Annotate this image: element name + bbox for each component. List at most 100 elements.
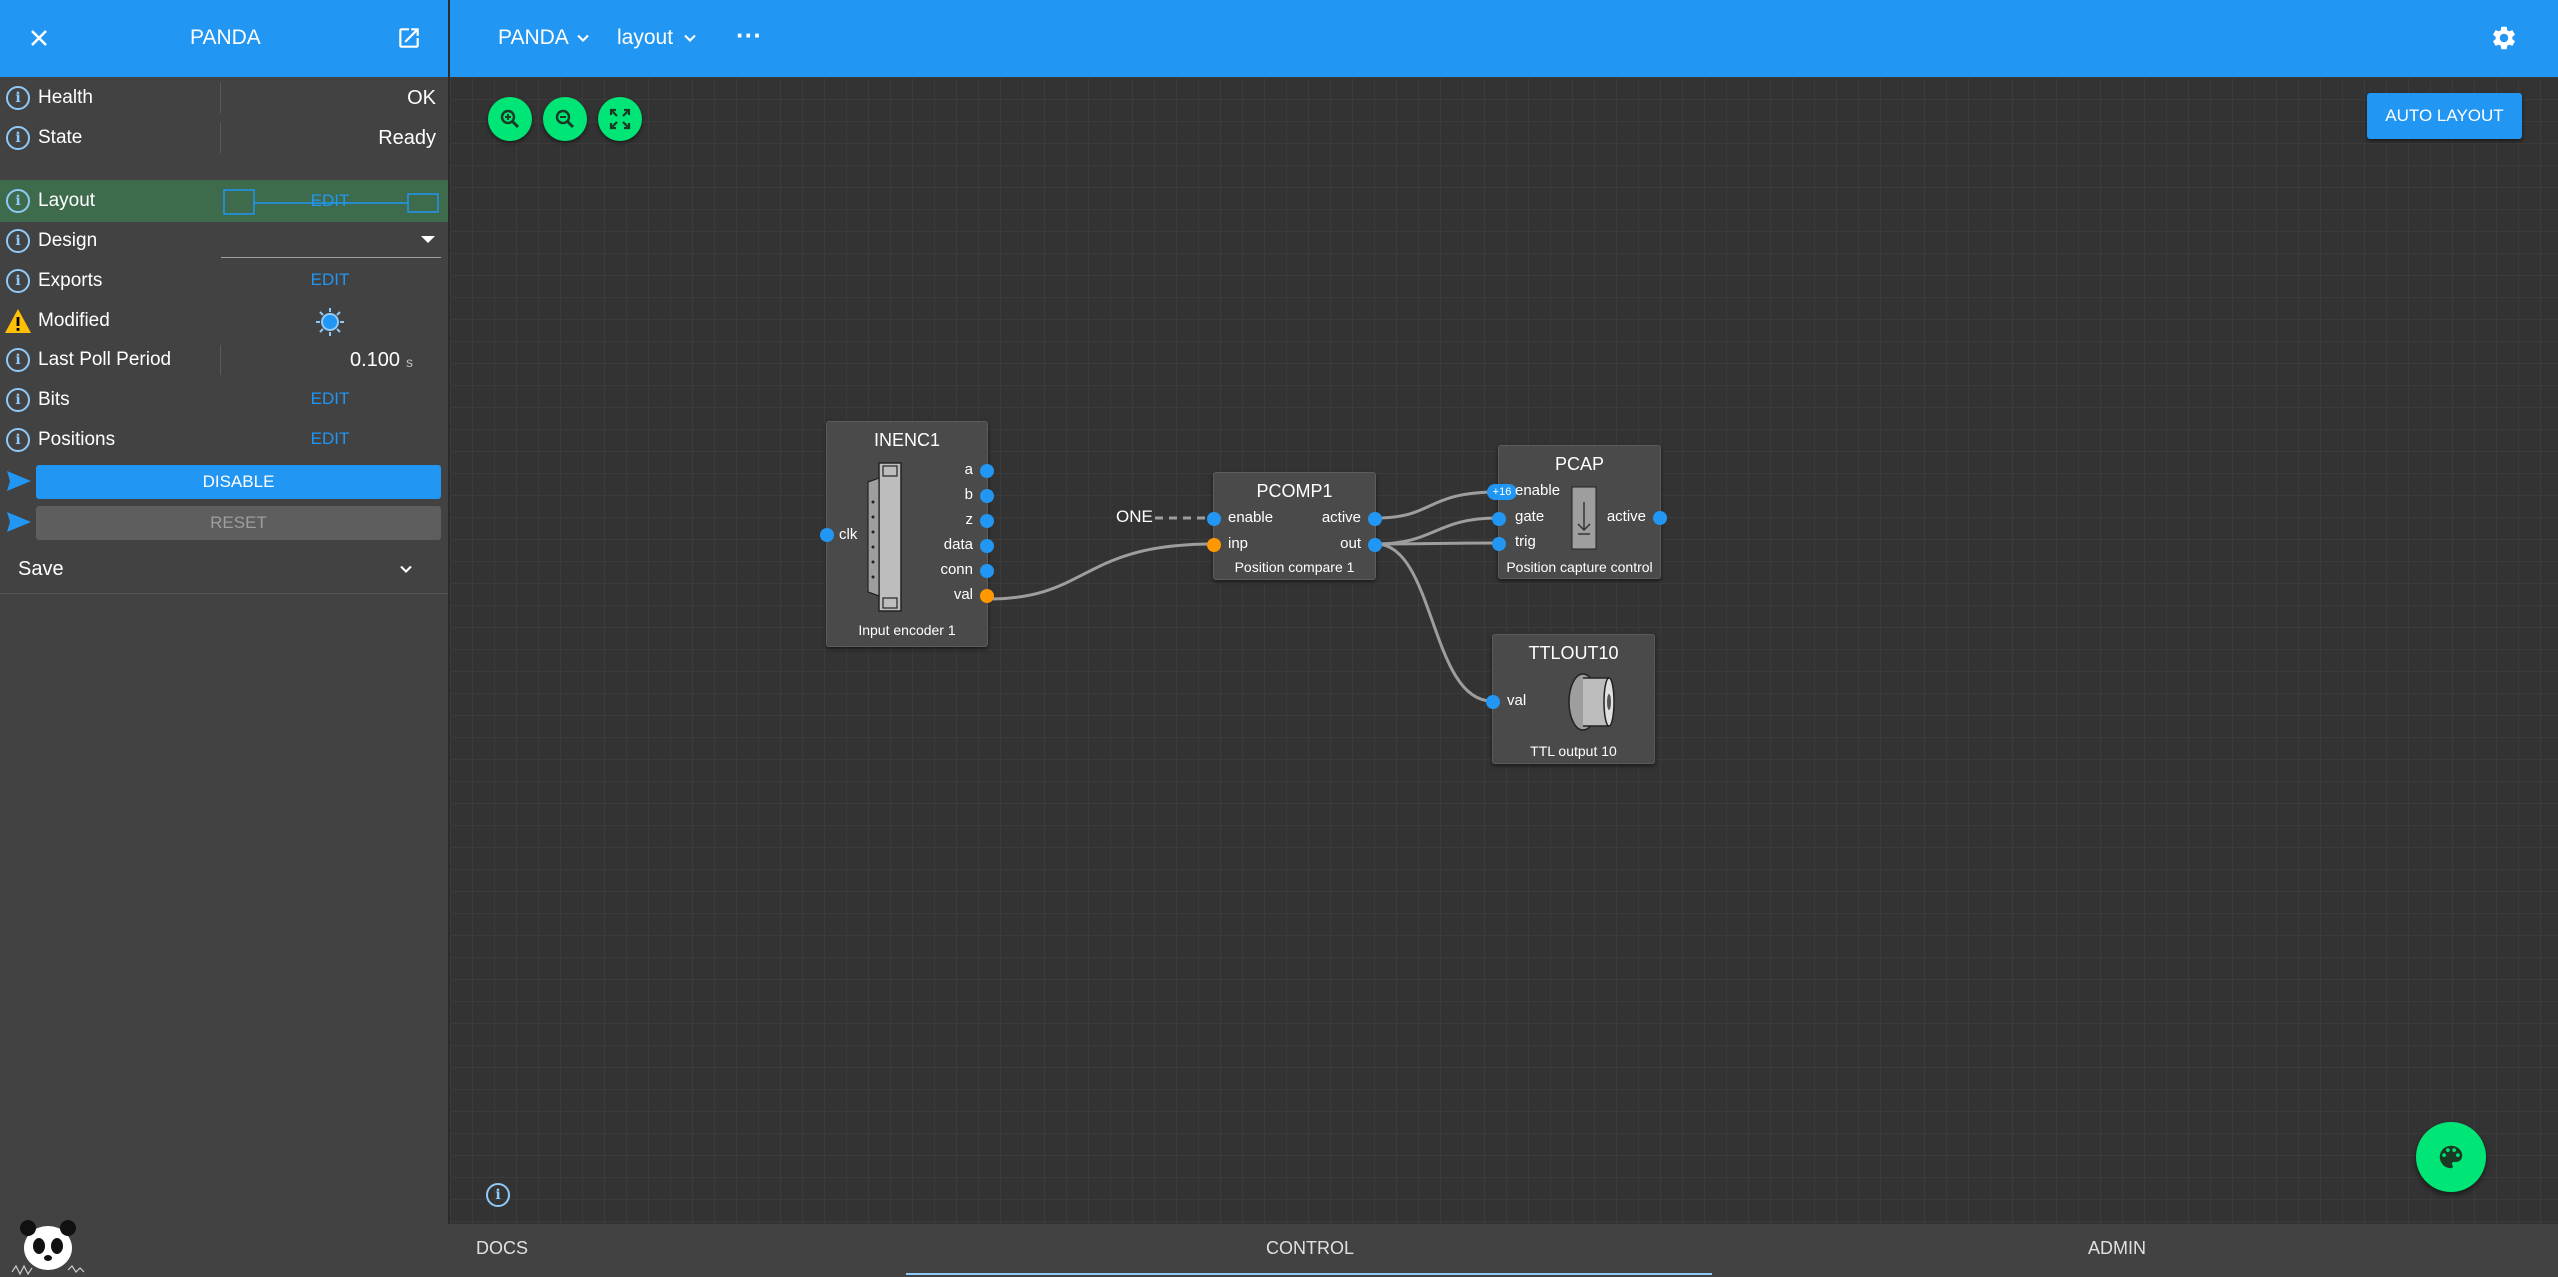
port-data[interactable] bbox=[980, 539, 994, 553]
link-inenc1-val-to-pcomp1-inp bbox=[987, 542, 1214, 601]
port-label-z: z bbox=[965, 511, 974, 528]
port-enable[interactable] bbox=[1207, 512, 1221, 526]
attribute-row-last-poll-period: i Last Poll Period 0.100 s bbox=[0, 339, 448, 379]
breadcrumb-layout[interactable]: layout bbox=[617, 26, 673, 50]
port-label-conn: conn bbox=[940, 561, 973, 578]
breadcrumb-panda[interactable]: PANDA bbox=[498, 26, 569, 50]
divider bbox=[220, 123, 221, 153]
attribute-label: Modified bbox=[38, 310, 110, 331]
port-b[interactable] bbox=[980, 489, 994, 503]
layout-edit-button[interactable]: EDIT bbox=[220, 191, 440, 211]
attribute-label: Exports bbox=[38, 270, 103, 291]
link-pcomp1-out-to-pcap-trig bbox=[1375, 541, 1499, 546]
block-pcomp1[interactable]: PCOMP1 enable inp active out Position co… bbox=[1207, 472, 1382, 580]
block-description: Input encoder 1 bbox=[858, 622, 956, 638]
warning-icon[interactable] bbox=[4, 308, 32, 334]
more-icon[interactable]: ··· bbox=[736, 20, 762, 51]
chevron-down-icon[interactable] bbox=[573, 28, 593, 48]
info-icon[interactable]: i bbox=[6, 229, 30, 253]
exports-edit-button[interactable]: EDIT bbox=[220, 270, 440, 290]
attribute-label: Positions bbox=[38, 429, 116, 450]
settings-icon[interactable] bbox=[2490, 24, 2518, 52]
last-poll-period-unit: s bbox=[406, 354, 413, 370]
port-label-clk: clk bbox=[839, 526, 858, 543]
disable-button[interactable]: DISABLE bbox=[36, 465, 441, 499]
block-description: Position compare 1 bbox=[1234, 559, 1355, 575]
const-label-one: ONE bbox=[1116, 507, 1153, 526]
attributes-panel: i Health OK i State Ready i Layout EDIT … bbox=[0, 77, 448, 1224]
main-header: PANDA layout ··· bbox=[450, 0, 2558, 77]
attribute-row-health: i Health OK bbox=[0, 77, 448, 117]
port-clk[interactable] bbox=[820, 528, 834, 542]
port-label-enable: enable bbox=[1228, 509, 1274, 526]
open-in-new-icon[interactable] bbox=[396, 25, 422, 51]
port-inp[interactable] bbox=[1207, 538, 1221, 552]
info-icon[interactable]: i bbox=[6, 388, 30, 412]
block-pcap[interactable]: PCAP +16 enable gate trig active Positio… bbox=[1487, 445, 1667, 579]
port-label-a: a bbox=[964, 461, 973, 478]
block-inenc1[interactable]: INENC1 clk a b z data conn val Input enc… bbox=[820, 421, 994, 647]
save-group-header[interactable]: Save bbox=[0, 544, 448, 594]
block-title: INENC1 bbox=[873, 430, 940, 450]
dropdown-arrow-icon bbox=[421, 236, 435, 243]
info-icon[interactable]: i bbox=[6, 348, 30, 372]
port-label-active: active bbox=[1606, 508, 1646, 525]
info-icon[interactable]: i bbox=[486, 1183, 510, 1207]
bits-edit-button[interactable]: EDIT bbox=[220, 389, 440, 409]
reset-button[interactable]: RESET bbox=[36, 506, 441, 540]
last-poll-period-value: 0.100 bbox=[350, 349, 401, 371]
port-label-enable: enable bbox=[1515, 482, 1561, 499]
port-conn[interactable] bbox=[980, 564, 994, 578]
port-val[interactable] bbox=[980, 589, 994, 603]
close-icon[interactable] bbox=[27, 26, 51, 50]
port-label-active: active bbox=[1321, 509, 1361, 526]
divider bbox=[220, 83, 221, 113]
tab-control[interactable]: CONTROL bbox=[1266, 1238, 1354, 1259]
port-a[interactable] bbox=[980, 464, 994, 478]
port-trig[interactable] bbox=[1492, 537, 1506, 551]
attribute-label: Design bbox=[38, 230, 98, 251]
health-value: OK bbox=[407, 87, 436, 109]
attribute-row-modified: Modified bbox=[0, 300, 448, 340]
block-description: TTL output 10 bbox=[1530, 743, 1617, 759]
tab-docs[interactable]: DOCS bbox=[476, 1238, 528, 1259]
encoder-connector-icon bbox=[867, 462, 902, 612]
info-icon[interactable]: i bbox=[6, 428, 30, 452]
palette-button[interactable] bbox=[2416, 1122, 2486, 1192]
attribute-label: Layout bbox=[38, 190, 96, 211]
port-val[interactable] bbox=[1486, 695, 1500, 709]
port-gate[interactable] bbox=[1492, 512, 1506, 526]
attribute-label: State bbox=[38, 127, 83, 148]
info-icon[interactable]: i bbox=[6, 269, 30, 293]
link-pcomp1-out-to-pcap-gate bbox=[1375, 516, 1499, 546]
palette-icon bbox=[2439, 1145, 2463, 1169]
port-label-gate: gate bbox=[1515, 508, 1545, 525]
attribute-row-bits: i Bits EDIT bbox=[0, 379, 448, 419]
modified-led-icon bbox=[316, 308, 344, 336]
lemo-connector-icon bbox=[1568, 673, 1615, 731]
tab-control-indicator bbox=[906, 1273, 1712, 1275]
state-value: Ready bbox=[378, 127, 436, 149]
info-icon[interactable]: i bbox=[6, 126, 30, 150]
chevron-down-icon[interactable] bbox=[680, 28, 700, 48]
port-active[interactable] bbox=[1653, 511, 1667, 525]
layout-canvas[interactable]: AUTO LAYOUT INENC1 clk a b z data conn v… bbox=[450, 77, 2558, 1224]
info-icon[interactable]: i bbox=[6, 86, 30, 110]
attribute-label: Bits bbox=[38, 389, 70, 410]
capture-icon bbox=[1571, 486, 1597, 550]
block-ttlout10[interactable]: TTLOUT10 val TTL output 10 bbox=[1486, 634, 1655, 764]
info-icon[interactable]: i bbox=[6, 189, 30, 213]
block-title: PCOMP1 bbox=[1256, 481, 1333, 501]
port-label-val: val bbox=[1507, 692, 1527, 709]
attribute-row-positions: i Positions EDIT bbox=[0, 419, 448, 459]
port-label-val: val bbox=[953, 586, 973, 603]
design-select[interactable] bbox=[221, 224, 441, 258]
port-z[interactable] bbox=[980, 514, 994, 528]
send-icon bbox=[7, 471, 31, 491]
attribute-row-layout[interactable]: i Layout EDIT bbox=[0, 180, 448, 222]
port-label-b: b bbox=[964, 486, 973, 503]
positions-edit-button[interactable]: EDIT bbox=[220, 429, 440, 449]
port-out[interactable] bbox=[1368, 538, 1382, 552]
port-active[interactable] bbox=[1368, 512, 1382, 526]
tab-admin[interactable]: ADMIN bbox=[2088, 1238, 2146, 1259]
